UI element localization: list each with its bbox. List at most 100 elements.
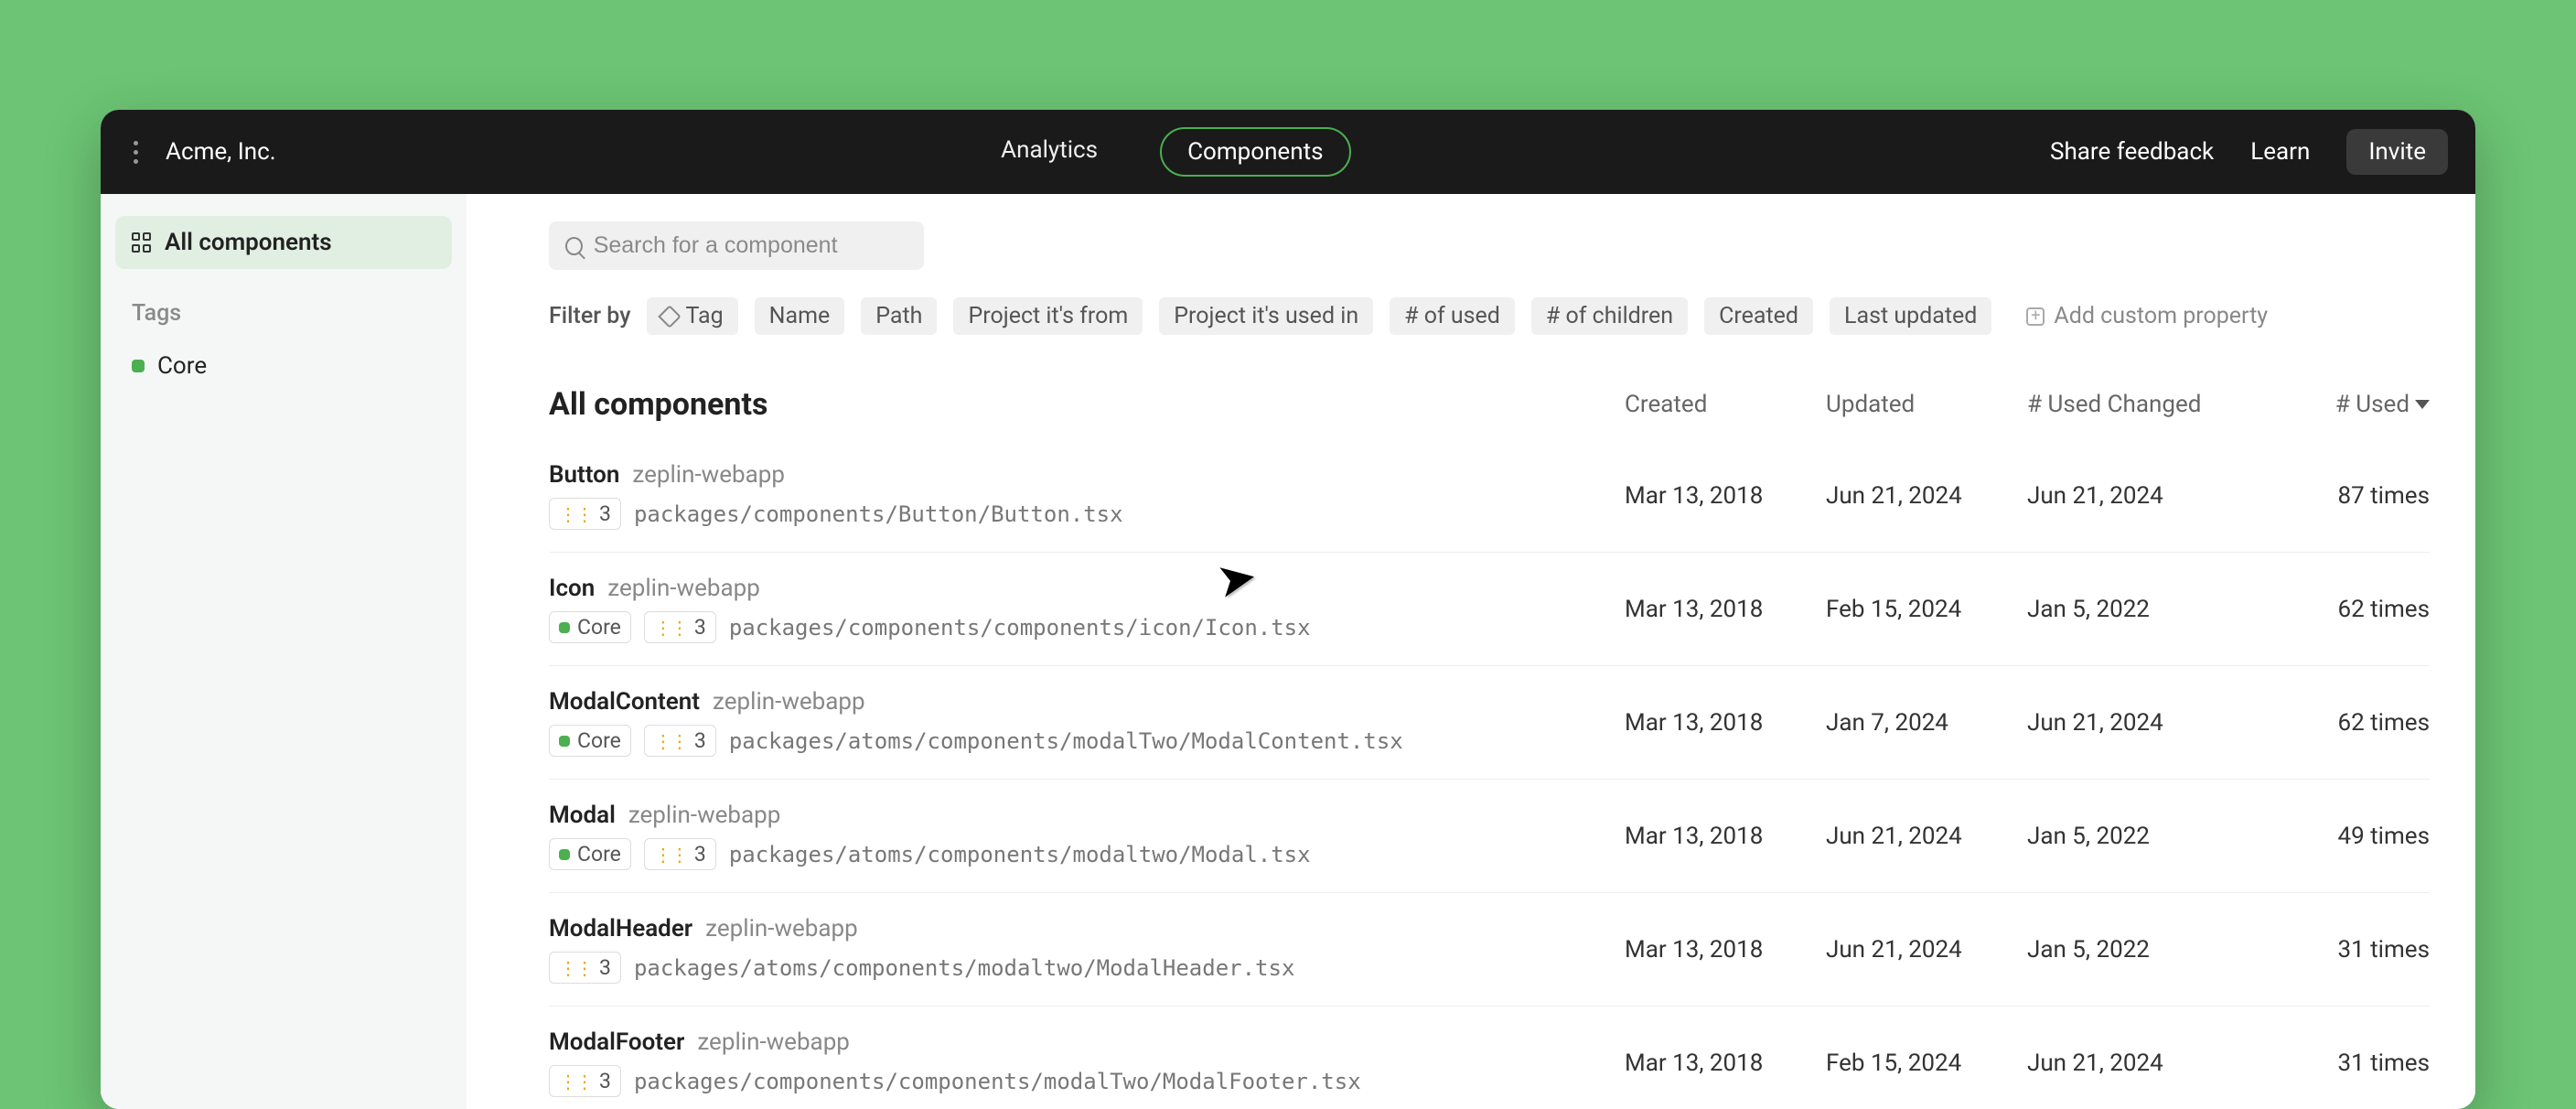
tag-label: Core xyxy=(577,728,621,753)
learn-link[interactable]: Learn xyxy=(2250,138,2310,166)
filter-row: Filter by Tag Name Path Project it's fro… xyxy=(549,297,2430,335)
cell-updated: Jun 21, 2024 xyxy=(1826,936,2027,964)
cell-created: Mar 13, 2018 xyxy=(1625,823,1826,850)
children-badge[interactable]: ⋮⋮ 3 xyxy=(644,838,716,870)
table-row[interactable]: Buttonzeplin-webapp⋮⋮3packages/component… xyxy=(549,439,2430,553)
cell-used-changed: Jan 5, 2022 xyxy=(2027,823,2274,850)
col-header-created[interactable]: Created xyxy=(1625,391,1826,418)
tag-badge[interactable]: Core xyxy=(549,838,631,870)
tag-dot-icon xyxy=(559,736,570,747)
grid-icon xyxy=(132,232,152,253)
cell-updated: Jun 21, 2024 xyxy=(1826,823,2027,850)
filter-chip-tag[interactable]: Tag xyxy=(647,297,737,335)
cell-created: Mar 13, 2018 xyxy=(1625,596,1826,623)
filter-chip-project-from[interactable]: Project it's from xyxy=(953,297,1143,335)
tree-icon: ⋮⋮ xyxy=(654,730,687,752)
invite-button[interactable]: Invite xyxy=(2346,129,2448,175)
cell-created: Mar 13, 2018 xyxy=(1625,709,1826,737)
tag-label: Core xyxy=(577,615,621,640)
table-row[interactable]: Modal zeplin-webapp Core ⋮⋮ 3 packages/atoms/… xyxy=(549,780,2430,893)
search-input[interactable] xyxy=(594,232,907,259)
children-badge[interactable]: ⋮⋮ 3 xyxy=(549,498,621,530)
component-name[interactable]: Icon xyxy=(549,575,595,602)
component-name[interactable]: Modal xyxy=(549,802,616,829)
sort-desc-icon xyxy=(2415,400,2430,409)
children-badge[interactable]: ⋮⋮3 xyxy=(644,725,716,757)
row-main: ModalContentzeplin-webappCore⋮⋮3packages… xyxy=(549,688,1625,757)
table-title: All components xyxy=(549,386,767,423)
add-custom-property[interactable]: Add custom property xyxy=(2026,303,2268,329)
filter-by-label: Filter by xyxy=(549,303,630,329)
component-name[interactable]: ModalContent xyxy=(549,688,700,716)
cell-used-changed: Jun 21, 2024 xyxy=(2027,482,2274,510)
share-feedback-link[interactable]: Share feedback xyxy=(2050,138,2214,166)
tree-icon: ⋮⋮ xyxy=(559,1071,592,1093)
tree-icon: ⋮⋮ xyxy=(559,957,592,979)
sidebar-tag-core[interactable]: Core xyxy=(115,339,452,393)
cell-updated: Jun 21, 2024 xyxy=(1826,482,2027,510)
component-name[interactable]: ModalHeader xyxy=(549,915,692,942)
cell-used-changed: Jun 21, 2024 xyxy=(2027,1050,2274,1077)
cell-used: 49 times xyxy=(2274,823,2430,850)
cell-created: Mar 13, 2018 xyxy=(1625,936,1826,964)
col-header-used-changed[interactable]: # Used Changed xyxy=(2027,391,2274,418)
sidebar-all-components[interactable]: All components xyxy=(115,216,452,269)
children-badge[interactable]: ⋮⋮3 xyxy=(644,611,716,643)
org-name[interactable]: Acme, Inc. xyxy=(166,138,276,166)
cell-used: 31 times xyxy=(2274,1050,2430,1077)
children-count: 3 xyxy=(599,501,611,526)
search-box[interactable] xyxy=(549,221,924,270)
tag-badge[interactable]: Core xyxy=(549,611,631,643)
sidebar-tags-heading: Tags xyxy=(115,269,452,339)
component-path: packages/atoms/components/modaltwo/Modal… xyxy=(729,842,1311,867)
cell-created: Mar 13, 2018 xyxy=(1625,1050,1826,1077)
children-count: 3 xyxy=(694,615,706,640)
table-body: Buttonzeplin-webapp⋮⋮3packages/component… xyxy=(549,439,2430,1109)
children-badge[interactable]: ⋮⋮ 3 xyxy=(549,1065,621,1097)
tree-icon: ⋮⋮ xyxy=(559,503,592,525)
nav-analytics[interactable]: Analytics xyxy=(975,127,1123,177)
menu-dots-icon[interactable] xyxy=(128,135,144,169)
sidebar: All components Tags Core xyxy=(101,194,467,1109)
component-project: zeplin-webapp xyxy=(607,575,760,602)
tag-badge[interactable]: Core xyxy=(549,725,631,757)
filter-chip-last-updated[interactable]: Last updated xyxy=(1830,297,1991,335)
children-count: 3 xyxy=(599,1069,611,1093)
cell-used-changed: Jan 5, 2022 xyxy=(2027,596,2274,623)
component-name[interactable]: ModalFooter xyxy=(549,1028,684,1056)
tag-dot-icon xyxy=(559,849,570,860)
cell-used-changed: Jun 21, 2024 xyxy=(2027,709,2274,737)
children-count: 3 xyxy=(694,842,706,867)
children-badge[interactable]: ⋮⋮ 3 xyxy=(549,952,621,984)
filter-chip-num-used[interactable]: # of used xyxy=(1390,297,1515,335)
cell-used: 62 times xyxy=(2274,709,2430,737)
cell-updated: Feb 15, 2024 xyxy=(1826,596,2027,623)
component-project: zeplin-webapp xyxy=(632,461,785,489)
table-header: All components Created Updated # Used Ch… xyxy=(549,386,2430,423)
component-project: zeplin-webapp xyxy=(713,688,865,716)
col-header-used[interactable]: # Used xyxy=(2274,391,2430,418)
component-name[interactable]: Button xyxy=(549,461,619,489)
filter-chip-name[interactable]: Name xyxy=(755,297,845,335)
cell-created: Mar 13, 2018 xyxy=(1625,482,1826,510)
table-row[interactable]: ModalFooterzeplin-webapp⋮⋮3packages/comp… xyxy=(549,1007,2430,1109)
nav-components[interactable]: Components xyxy=(1160,127,1350,177)
table-row[interactable]: ModalHeaderzeplin-webapp⋮⋮3packages/atom… xyxy=(549,893,2430,1007)
table-row[interactable]: ModalContentzeplin-webappCore⋮⋮3packages… xyxy=(549,666,2430,780)
row-main: Iconzeplin-webappCore⋮⋮3packages/compone… xyxy=(549,575,1625,643)
topbar: Acme, Inc. Analytics Components Share fe… xyxy=(101,110,2475,194)
filter-chip-created[interactable]: Created xyxy=(1704,297,1813,335)
tree-icon: ⋮⋮ xyxy=(654,844,687,866)
col-header-updated[interactable]: Updated xyxy=(1826,391,2027,418)
table-row[interactable]: Iconzeplin-webappCore⋮⋮3packages/compone… xyxy=(549,553,2430,666)
component-project: zeplin-webapp xyxy=(628,802,781,829)
cell-used: 31 times xyxy=(2274,936,2430,964)
component-project: zeplin-webapp xyxy=(697,1028,850,1056)
filter-chip-num-children[interactable]: # of children xyxy=(1531,297,1688,335)
children-count: 3 xyxy=(599,955,611,980)
filter-chip-project-used[interactable]: Project it's used in xyxy=(1159,297,1373,335)
component-path: packages/atoms/components/modaltwo/Modal… xyxy=(634,955,1294,981)
filter-chip-path[interactable]: Path xyxy=(861,297,937,335)
row-main: ModalHeaderzeplin-webapp⋮⋮3packages/atom… xyxy=(549,915,1625,984)
sidebar-item-label: All components xyxy=(165,229,332,256)
